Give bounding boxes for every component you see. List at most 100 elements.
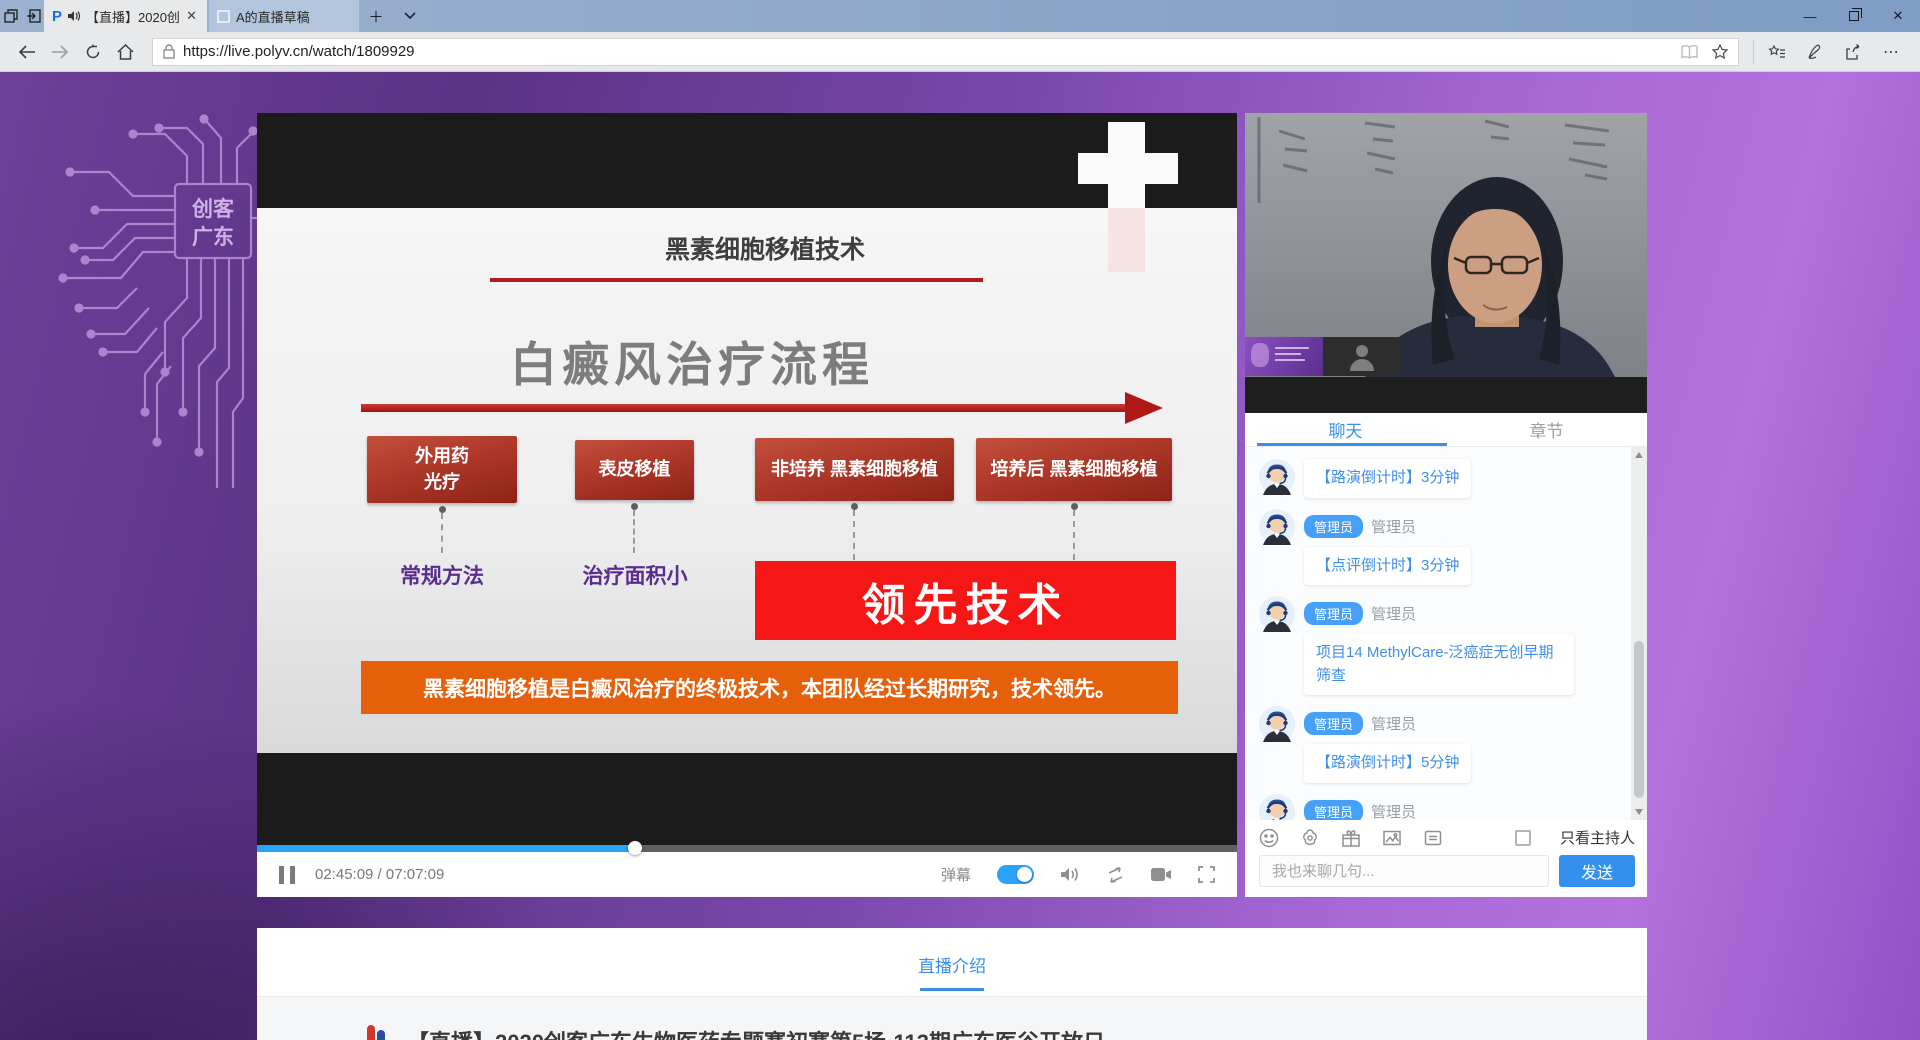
letterbox-top	[257, 113, 1237, 208]
home-button[interactable]	[109, 36, 142, 68]
browser-address-bar: https://live.polyv.cn/watch/1809929 ⋯	[0, 32, 1920, 72]
method-box-cultured: 培养后 黑素细胞移植	[976, 438, 1172, 501]
admin-badge: 管理员	[1304, 602, 1363, 625]
progress-bar[interactable]	[257, 845, 1237, 852]
admin-avatar	[1259, 596, 1295, 632]
browser-tab-draft[interactable]: A的直播草稿	[209, 0, 359, 32]
emoji-icon[interactable]	[1259, 828, 1279, 848]
scroll-up-icon[interactable]	[1635, 452, 1643, 458]
tab-audio-icon[interactable]	[67, 10, 81, 22]
close-window-button[interactable]: ✕	[1876, 0, 1920, 32]
method-box-noncultured: 非培养 黑素细胞移植	[755, 438, 954, 501]
presentation-slide: 黑素细胞移植技术 白癜风治疗流程 外用药 光疗 表皮移植 非培养 黑素细胞移植 …	[257, 208, 1237, 753]
chat-input[interactable]	[1259, 855, 1549, 887]
tab-title: A的直播草稿	[236, 7, 351, 26]
set-tabs-aside-icon[interactable]	[22, 0, 44, 32]
title-underline	[490, 278, 983, 282]
live-watch-page: 创客 广东 中文(简体) ▼ 黑素细胞移植技术 白癜风治疗流程 外用药 光疗	[0, 72, 1920, 1040]
camera-icon[interactable]	[1151, 867, 1172, 882]
video-player[interactable]: 黑素细胞移植技术 白癜风治疗流程 外用药 光疗 表皮移植 非培养 黑素细胞移植 …	[257, 113, 1237, 897]
chat-message-list[interactable]: 【路演倒计时】3分钟 管理员 管理员 【点评倒计时】3分钟	[1245, 447, 1647, 820]
settings-more-icon[interactable]: ⋯	[1872, 36, 1910, 68]
lock-icon	[163, 44, 175, 59]
tab-page-icon	[217, 10, 230, 23]
scrollbar-thumb[interactable]	[1634, 641, 1644, 798]
intro-tab-row: 直播介绍	[257, 928, 1647, 997]
chat-bubble: 项目14 MethylCare-泛癌症无创早期筛查	[1304, 634, 1574, 695]
speaker-webcam-video[interactable]	[1245, 113, 1647, 377]
method-box-topical: 外用药 光疗	[367, 436, 517, 503]
danmu-label: 弹幕	[941, 864, 971, 885]
timeline-arrow	[361, 404, 1129, 412]
reading-view-icon[interactable]	[1681, 45, 1698, 59]
admin-avatar	[1259, 509, 1295, 545]
danmu-toggle[interactable]	[997, 865, 1034, 884]
url-field[interactable]: https://live.polyv.cn/watch/1809929	[152, 38, 1739, 66]
admin-badge: 管理员	[1304, 515, 1363, 538]
watermark-text-line2: 广东	[192, 225, 234, 249]
forward-button[interactable]	[43, 36, 76, 68]
browser-tab-live[interactable]: P 【直播】2020创客广 ✕	[44, 0, 207, 32]
watermark-text-line1: 创客	[191, 197, 235, 221]
slide-title: 黑素细胞移植技术	[275, 230, 1237, 266]
favorites-hub-icon[interactable]	[1758, 36, 1796, 68]
line-switch-icon[interactable]	[1106, 866, 1125, 884]
chat-bubble: 【路演倒计时】3分钟	[1304, 459, 1471, 498]
admin-avatar	[1259, 459, 1295, 495]
image-icon[interactable]	[1382, 828, 1402, 848]
back-button[interactable]	[10, 36, 43, 68]
player-controls: 02:45:09 / 07:07:09 弹幕	[257, 852, 1237, 897]
browser-tab-bar: P 【直播】2020创客广 ✕ A的直播草稿 ＋ — ✕	[0, 0, 1920, 32]
sender-name: 管理员	[1371, 516, 1416, 537]
web-note-pen-icon[interactable]	[1796, 36, 1834, 68]
tab-chapters[interactable]: 章节	[1446, 413, 1647, 446]
flower-reward-icon[interactable]	[1300, 828, 1320, 848]
slide-banner: 黑素细胞移植是白癜风治疗的终极技术，本团队经过长期研究，技术领先。	[361, 661, 1178, 714]
chat-input-row: 发送	[1245, 855, 1647, 897]
new-tab-button[interactable]: ＋	[359, 0, 393, 32]
tab-live-intro[interactable]: 直播介绍	[257, 952, 1647, 977]
scroll-down-icon[interactable]	[1635, 809, 1643, 815]
minimize-button[interactable]: —	[1788, 0, 1832, 32]
volume-icon[interactable]	[1060, 866, 1080, 883]
fullscreen-icon[interactable]	[1198, 866, 1215, 883]
tab-chat[interactable]: 聊天	[1245, 413, 1446, 446]
chat-message: 管理员 管理员 【路演倒计时】1分钟	[1259, 794, 1617, 821]
question-card-icon[interactable]	[1423, 828, 1443, 848]
only-host-checkbox[interactable]	[1515, 830, 1531, 846]
chat-message: 【路演倒计时】3分钟	[1259, 459, 1617, 498]
tab-title: 【直播】2020创客广	[86, 7, 180, 26]
url-text: https://live.polyv.cn/watch/1809929	[183, 43, 415, 60]
stream-thumbnail-avatar[interactable]	[1323, 337, 1401, 376]
live-title: 【直播】2020创客广东生物医药专题赛初赛第5场-113期广东医谷开放日	[407, 1025, 1105, 1040]
gift-icon[interactable]	[1341, 828, 1361, 848]
sidebar-tabs: 聊天 章节	[1245, 413, 1647, 447]
stream-thumbnail-slide[interactable]	[1245, 337, 1323, 376]
admin-avatar	[1259, 706, 1295, 742]
chat-message: 管理员 管理员 【点评倒计时】3分钟	[1259, 509, 1617, 586]
sender-name: 管理员	[1371, 801, 1416, 821]
share-icon[interactable]	[1834, 36, 1872, 68]
tab-preview-icon[interactable]	[0, 0, 22, 32]
tab-close-icon[interactable]: ✕	[184, 8, 199, 24]
admin-badge: 管理员	[1304, 712, 1363, 735]
chat-scrollbar[interactable]	[1631, 447, 1647, 820]
intro-body: 【直播】2020创客广东生物医药专题赛初赛第5场-113期广东医谷开放日	[257, 997, 1647, 1040]
chat-message: 管理员 管理员 【路演倒计时】5分钟	[1259, 706, 1617, 783]
refresh-button[interactable]	[76, 36, 109, 68]
only-host-label: 只看主持人	[1560, 827, 1635, 848]
label-conventional: 常规方法	[367, 560, 517, 590]
progress-fill	[257, 845, 635, 852]
chat-bubble: 【点评倒计时】3分钟	[1304, 547, 1471, 586]
live-sidebar: 聊天 章节 【路演倒计时】3分钟	[1245, 113, 1647, 897]
chat-bubble: 【路演倒计时】5分钟	[1304, 744, 1471, 783]
live-intro-card: 直播介绍 【直播】2020创客广东生物医药专题赛初赛第5场-113期广东医谷开放…	[257, 928, 1647, 1040]
tab-list-chevron-icon[interactable]	[393, 0, 427, 32]
favorite-star-icon[interactable]	[1712, 44, 1728, 59]
highlight-leading-tech: 领先技术	[755, 561, 1176, 640]
send-button[interactable]: 发送	[1559, 855, 1635, 887]
restore-button[interactable]	[1832, 0, 1876, 32]
pause-button[interactable]	[279, 866, 295, 884]
chat-toolbar: 只看主持人	[1245, 820, 1647, 855]
title-flag-icon	[367, 1025, 389, 1040]
